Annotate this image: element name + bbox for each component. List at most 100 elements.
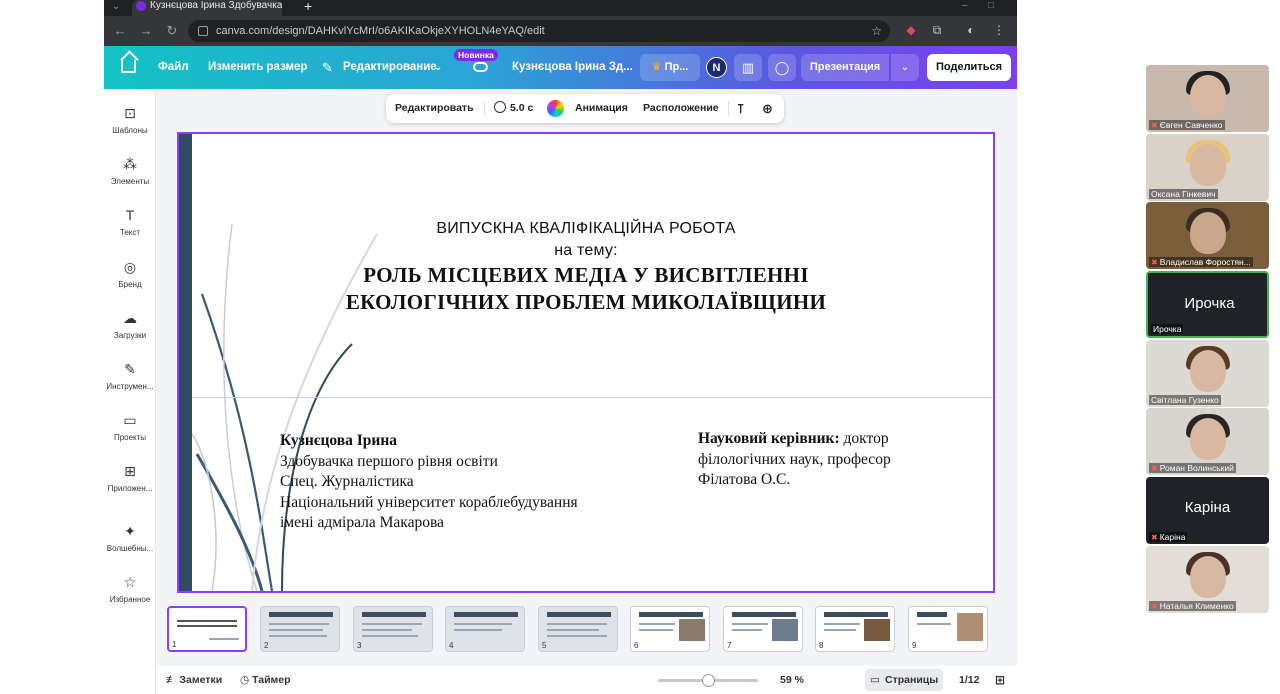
zoom-level[interactable]: 59 % — [780, 666, 804, 694]
design-title[interactable]: Кузнєцова Ірина Зд... — [512, 46, 633, 89]
reload-icon[interactable]: ↻ — [164, 23, 180, 39]
participant-tile[interactable]: Світлана Гузенко — [1146, 340, 1269, 407]
text-icon: T — [125, 207, 135, 223]
profile-icon[interactable]: ◐ — [964, 23, 978, 37]
page-number: 7 — [727, 641, 732, 650]
zoom-slider-handle[interactable] — [702, 674, 715, 687]
browser-tab[interactable]: Кузнєцова Ірина Здобувачка п — [132, 0, 282, 16]
pages-button[interactable]: ▭ Страницы — [865, 669, 943, 691]
sidebar-item-label: Проекты — [113, 433, 147, 442]
notes-button[interactable]: ≢ Заметки — [166, 666, 222, 694]
participant-name: Світлана Гузенко — [1149, 395, 1221, 405]
sidebar-item-favorites[interactable]: ☆ Избранное — [104, 574, 156, 604]
pages-label: Страницы — [885, 674, 939, 686]
uploads-icon: ☁ — [123, 310, 137, 326]
sidebar-item-elements[interactable]: ⁂ Элементы — [104, 156, 156, 186]
forward-icon[interactable]: → — [138, 23, 154, 38]
sidebar-item-uploads[interactable]: ☁ Загрузки — [104, 310, 156, 340]
edit-button[interactable]: Редактировать — [395, 94, 474, 123]
timer-button[interactable]: ◷ Таймер — [240, 666, 291, 694]
participant-name: ✖ Владислав Форостян... — [1149, 257, 1253, 267]
page-thumbnail[interactable]: 2 — [260, 606, 340, 652]
tab-search-icon[interactable]: ⌄ — [112, 1, 120, 12]
page-thumbnail[interactable]: 4 — [445, 606, 525, 652]
minimize-icon[interactable]: – — [962, 0, 968, 11]
new-tab-icon[interactable]: + — [304, 0, 312, 14]
participant-tile-active[interactable]: Ирочка Ирочка — [1146, 271, 1269, 338]
add-comment-icon[interactable]: ⊕ — [762, 94, 773, 123]
page-number: 2 — [264, 641, 269, 650]
pro-button[interactable]: ♛ Пр... — [640, 54, 700, 81]
sidebar-item-apps[interactable]: ⊞ Приложен... — [104, 463, 156, 493]
page-number: 9 — [912, 641, 917, 650]
slide-heading-line2: на тему: — [554, 242, 618, 259]
chevron-down-icon[interactable]: ⌄ — [434, 46, 442, 89]
url-input[interactable]: canva.com/design/DAHKvlYcMrI/o6AKIKaOkje… — [188, 20, 890, 42]
page-number: 5 — [542, 641, 547, 650]
participant-name-text: Наталья Клименко — [1159, 601, 1234, 611]
position-button[interactable]: Расположение — [643, 94, 719, 123]
sidebar-item-brand[interactable]: ◎ Бренд — [104, 259, 156, 289]
page-thumbnail[interactable]: 1 — [167, 606, 247, 652]
sidebar-item-templates[interactable]: ⊡ Шаблоны — [104, 105, 156, 135]
slide-canvas[interactable]: ВИПУСКНА КВАЛІФІКАЦІЙНА РОБОТА на тему: … — [177, 132, 995, 593]
back-icon[interactable]: ← — [112, 23, 128, 38]
page-counter[interactable]: 1/12 — [959, 666, 979, 694]
sidebar-item-magic[interactable]: ✦ Волшебны... — [104, 523, 156, 553]
participant-tile[interactable]: Каріна ✖ Каріна — [1146, 477, 1269, 544]
paint-roller-icon[interactable]: ⊺ — [737, 94, 744, 123]
canva-top-bar: Файл Изменить размер ✎ Редактирование ⌄ … — [104, 46, 1017, 89]
color-wheel-icon[interactable] — [547, 100, 564, 117]
duration-button[interactable]: 5.0 с — [494, 94, 533, 123]
bookmark-star-icon[interactable]: ☆ — [871, 20, 882, 42]
templates-icon: ⊡ — [124, 105, 136, 121]
resize-button[interactable]: Изменить размер — [208, 46, 307, 89]
author-line1: Здобувачка першого рівня освіти — [280, 453, 498, 470]
maximize-icon[interactable]: □ — [988, 0, 994, 11]
page-thumbnail[interactable]: 6 — [630, 606, 710, 652]
sidebar-item-text[interactable]: T Текст — [104, 207, 156, 237]
participant-tile[interactable]: Оксана Гінкевич — [1146, 134, 1269, 201]
participant-tile[interactable]: ✖ Наталья Клименко — [1146, 546, 1269, 613]
page-number: 6 — [634, 641, 639, 650]
participant-tile[interactable]: ✖ Євген Савченко — [1146, 65, 1269, 132]
user-avatar[interactable]: N — [706, 57, 727, 78]
slide-title-line2: ЕКОЛОГІЧНИХ ПРОБЛЕМ МИКОЛАЇВЩИНИ — [345, 290, 827, 314]
sidebar-item-label: Загрузки — [113, 331, 147, 340]
muted-mic-icon: ✖ — [1151, 121, 1158, 130]
zoom-slider[interactable] — [658, 674, 758, 687]
new-badge: Новинка — [454, 49, 498, 61]
browser-menu-icon[interactable]: ⋮ — [992, 23, 1006, 37]
present-dropdown-icon[interactable]: ⌄ — [891, 54, 919, 81]
page-thumbnail[interactable]: 5 — [538, 606, 618, 652]
duration-label: 5.0 с — [510, 102, 534, 114]
page-thumbnail[interactable]: 8 — [815, 606, 895, 652]
insights-chart-icon[interactable]: ▥ — [734, 54, 762, 81]
brand-icon: ◎ — [123, 259, 137, 275]
sidebar-item-label: Избранное — [109, 595, 151, 604]
elements-icon: ⁂ — [123, 156, 137, 172]
shield-extension-icon[interactable]: ◆ — [904, 23, 918, 37]
sidebar-item-tools[interactable]: ✎ Инструмен... — [104, 361, 156, 391]
page-thumbnail[interactable]: 9 — [908, 606, 988, 652]
page-thumbnail[interactable]: 7 — [723, 606, 803, 652]
comment-icon[interactable]: ◯ — [768, 54, 796, 81]
animation-button[interactable]: Анимация — [575, 94, 628, 123]
extensions-icon[interactable]: ⧉ — [930, 23, 944, 37]
cloud-sync-icon[interactable] — [473, 62, 488, 72]
present-button[interactable]: Презентация — [801, 54, 889, 81]
share-button[interactable]: Поделиться — [927, 54, 1011, 81]
participant-tile[interactable]: ✖ Роман Волинський — [1146, 408, 1269, 475]
site-info-icon[interactable] — [198, 26, 208, 36]
participant-name-text: Владислав Форостян... — [1159, 257, 1251, 267]
page-thumbnail[interactable]: 3 — [353, 606, 433, 652]
grid-view-icon[interactable]: ⊞ — [995, 666, 1005, 694]
participant-tile[interactable]: ✖ Владислав Форостян... — [1146, 202, 1269, 269]
participant-name-text: Роман Волинський — [1159, 463, 1234, 473]
home-icon[interactable] — [121, 60, 136, 73]
sidebar-item-projects[interactable]: ▭ Проекты — [104, 412, 156, 442]
file-menu[interactable]: Файл — [158, 46, 189, 89]
editing-mode-dropdown[interactable]: Редактирование — [343, 46, 437, 89]
participant-name-text: Євген Савченко — [1159, 120, 1223, 130]
participant-initial-label: Ирочка — [1184, 295, 1235, 312]
